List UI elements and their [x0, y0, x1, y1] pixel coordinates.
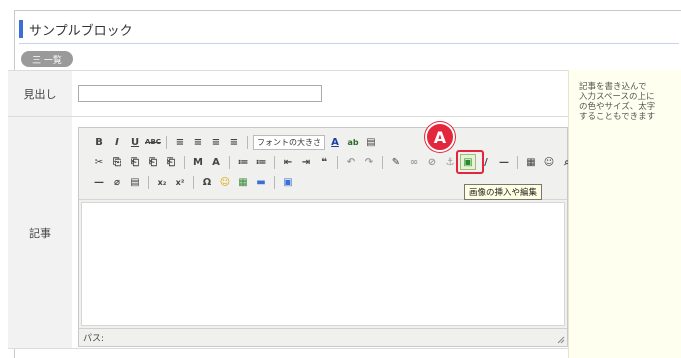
heading-label: 見出し — [8, 71, 72, 117]
unlink-icon[interactable]: ⊘ — [424, 154, 440, 170]
help-text: 記事を書き込んで 入力スペースの上に の色やサイズ、太字 することもできます — [579, 82, 656, 122]
link-icon[interactable]: ∞ — [406, 154, 422, 170]
copy-icon[interactable]: ⎘ — [109, 154, 125, 170]
bulleted-list-icon[interactable]: ≔ — [235, 154, 251, 170]
align-justify-icon[interactable]: ≡ — [226, 134, 242, 150]
resize-grip-icon[interactable] — [555, 334, 565, 344]
callout-marker: A — [425, 122, 455, 152]
template-icon[interactable]: ▦ — [235, 174, 251, 190]
toolbar-separator — [274, 155, 275, 169]
clean-up-icon[interactable]: ⌀ — [109, 174, 125, 190]
toolbar-row-2: ✂ ⎘ ⎗ ⎗ ⎗ M A ≔ ≔ ⇤ ⇥ ❝ ↶ ↷ ✎ ∞ ⊘ ⚓ ▣ / … — [91, 154, 575, 170]
horizontal-rule-icon[interactable]: — — [496, 154, 512, 170]
smiley-icon[interactable]: ☺ — [217, 174, 233, 190]
body-label: 記事 — [8, 117, 72, 349]
heading-input[interactable] — [78, 85, 322, 102]
toolbar-separator — [382, 155, 383, 169]
title-divider — [19, 43, 679, 44]
text-color-icon[interactable]: A — [327, 134, 343, 150]
block-title: サンプルブロック — [29, 23, 133, 39]
emoticon-icon[interactable]: ☺ — [541, 154, 557, 170]
superscript-icon[interactable]: x² — [172, 174, 188, 190]
rich-text-editor: B I U ABC ≡ ≡ ≡ ≡ フォントの大きさ A ab ▤ ✂ ⎘ ⎗ … — [78, 127, 570, 347]
toolbar-separator — [166, 135, 167, 149]
source-icon[interactable]: ▤ — [363, 134, 379, 150]
blockquote-icon[interactable]: ❝ — [316, 154, 332, 170]
toolbar-separator — [184, 155, 185, 169]
table-icon[interactable]: ▦ — [523, 154, 539, 170]
undo-icon[interactable]: ↶ — [343, 154, 359, 170]
align-right-icon[interactable]: ≡ — [208, 134, 224, 150]
article-form: 見出し 記事 B I U ABC ≡ ≡ ≡ ≡ フォントの大きさ A ab ▤… — [8, 70, 570, 349]
title-accent-bar — [19, 20, 23, 38]
paste-icon[interactable]: ⎗ — [127, 154, 143, 170]
outdent-icon[interactable]: ⇤ — [280, 154, 296, 170]
editor-statusbar: パス: — [79, 328, 567, 346]
subscript-icon[interactable]: x₂ — [154, 174, 170, 190]
replace-icon[interactable]: A — [208, 154, 224, 170]
redo-icon[interactable]: ↷ — [361, 154, 377, 170]
toolbar-separator — [337, 155, 338, 169]
italic-button[interactable]: I — [109, 134, 125, 150]
toolbar-separator — [193, 175, 194, 189]
highlight-box — [456, 150, 484, 174]
status-path: パス: — [83, 334, 105, 344]
paste-text-icon[interactable]: ⎗ — [145, 154, 161, 170]
toolbar-row-3: — ⌀ ▤ x₂ x² Ω ☺ ▦ ▬ ▣ — [91, 174, 296, 190]
toolbar-separator — [517, 155, 518, 169]
edit-icon[interactable]: ✎ — [388, 154, 404, 170]
bold-button[interactable]: B — [91, 134, 107, 150]
cut-icon[interactable]: ✂ — [91, 154, 107, 170]
special-char-icon[interactable]: Ω — [199, 174, 215, 190]
toolbar-row-1: B I U ABC ≡ ≡ ≡ ≡ フォントの大きさ A ab ▤ — [91, 134, 379, 150]
body-cell: B I U ABC ≡ ≡ ≡ ≡ フォントの大きさ A ab ▤ ✂ ⎘ ⎗ … — [72, 117, 570, 349]
indent-icon[interactable]: ⇥ — [298, 154, 314, 170]
toolbar-separator — [229, 155, 230, 169]
insert-image-tooltip: 画像の挿入や編集 — [464, 184, 543, 200]
help-pane: 記事を書き込んで 入力スペースの上に の色やサイズ、太字 することもできます — [568, 70, 681, 358]
toolbar-separator — [247, 135, 248, 149]
highlight-color-icon[interactable]: ab — [345, 134, 361, 150]
page-break-icon[interactable]: ▬ — [253, 174, 269, 190]
paste-word-icon[interactable]: ⎗ — [163, 154, 179, 170]
align-left-icon[interactable]: ≡ — [172, 134, 188, 150]
align-center-icon[interactable]: ≡ — [190, 134, 206, 150]
strikethrough-button[interactable]: ABC — [145, 134, 161, 150]
heading-cell — [72, 71, 568, 117]
block-title-row: サンプルブロック — [19, 19, 133, 39]
toolbar-separator — [274, 175, 275, 189]
fullscreen-icon[interactable]: ▣ — [280, 174, 296, 190]
visual-aid-icon[interactable]: ▤ — [127, 174, 143, 190]
find-icon[interactable]: M — [190, 154, 206, 170]
toolbar-separator — [148, 175, 149, 189]
editor-content-area[interactable] — [81, 202, 565, 326]
list-button[interactable]: 三 一覧 — [21, 51, 73, 67]
hr-icon[interactable]: — — [91, 174, 107, 190]
font-size-select[interactable]: フォントの大きさ — [253, 134, 325, 150]
numbered-list-icon[interactable]: ≔ — [253, 154, 269, 170]
underline-button[interactable]: U — [127, 134, 143, 150]
